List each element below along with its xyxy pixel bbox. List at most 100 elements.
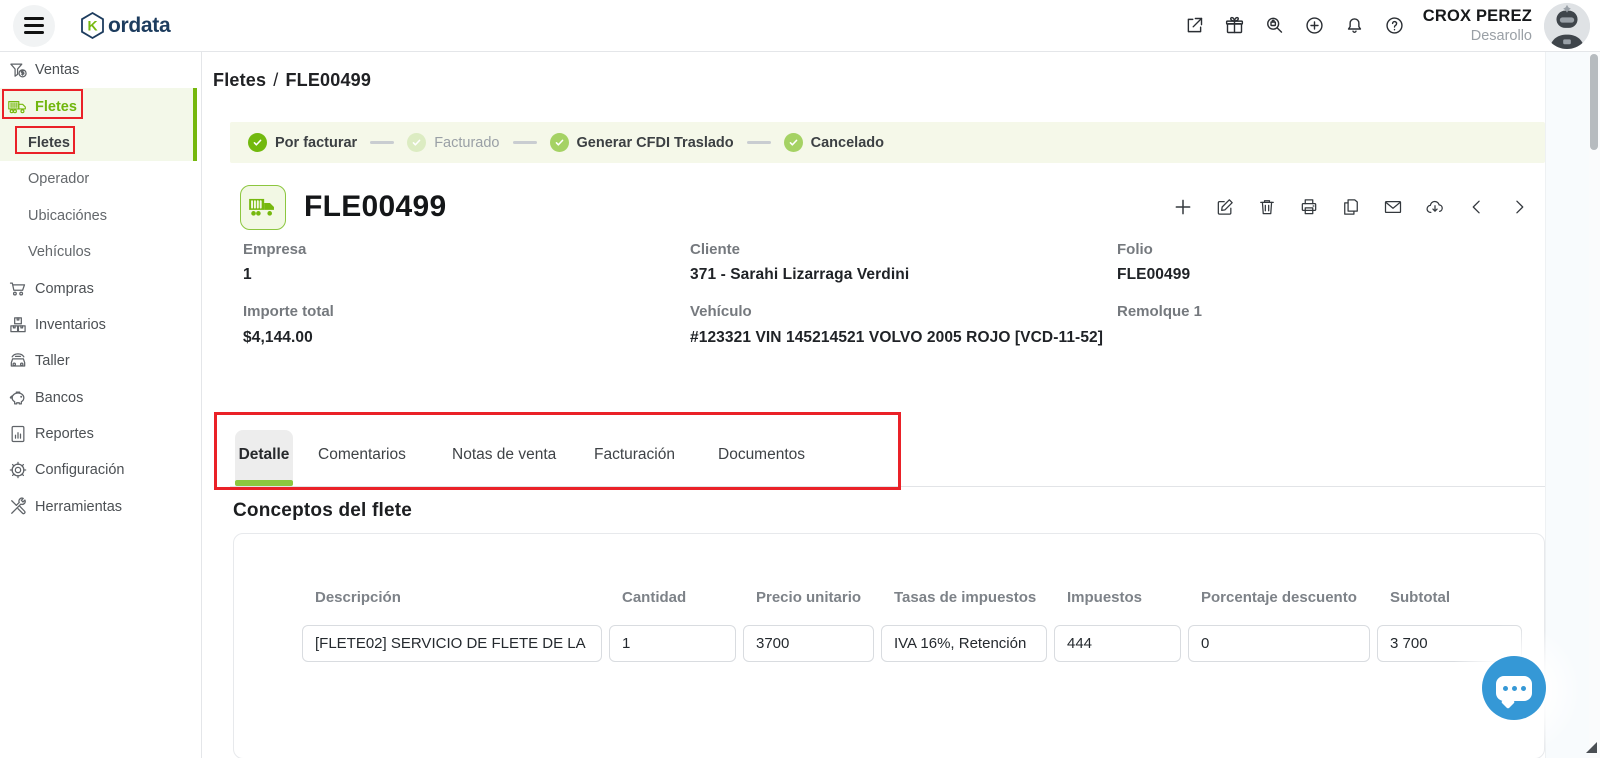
sidebar-item-reportes[interactable]: Reportes <box>0 416 201 452</box>
sidebar-item-label: Herramientas <box>35 499 122 515</box>
user-menu[interactable]: CROX PEREZ Desarollo <box>1423 6 1532 45</box>
column-header-porcentaje: Porcentaje descuento <box>1188 586 1370 609</box>
active-tab-indicator <box>235 480 293 486</box>
sidebar-subitem-fletes[interactable]: Fletes <box>0 125 201 161</box>
funnel-dollar-icon <box>8 60 28 80</box>
external-link-icon <box>1184 15 1205 36</box>
field-cliente: Cliente 371 - Sarahi Lizarraga Verdini <box>690 240 1130 287</box>
chat-bubble-icon <box>1496 676 1532 701</box>
help-button[interactable] <box>1375 6 1415 46</box>
sidebar-item-taller[interactable]: Taller <box>0 343 201 379</box>
piggy-bank-icon <box>8 388 28 408</box>
impuestos-input[interactable] <box>1054 625 1181 662</box>
tasas-impuestos-input[interactable] <box>881 625 1047 662</box>
avatar[interactable] <box>1544 3 1590 49</box>
step-facturado[interactable]: Facturado <box>407 133 499 152</box>
field-vehiculo: Vehículo #123321 VIN 145214521 VOLVO 200… <box>690 302 1130 349</box>
check-icon <box>784 133 803 152</box>
sidebar-item-compras[interactable]: Compras <box>0 270 201 306</box>
field-value: 1 <box>243 263 673 287</box>
sidebar-item-fletes[interactable]: Fletes <box>0 88 201 124</box>
tab-documentos[interactable]: Documentos <box>718 446 805 464</box>
gift-icon <box>1224 15 1245 36</box>
main-content: Fletes/FLE00499 Por facturar Facturado G… <box>202 52 1545 758</box>
global-search-button[interactable] <box>1255 6 1295 46</box>
sidebar-item-herramientas[interactable]: Herramientas <box>0 489 201 525</box>
field-value: #123321 VIN 145214521 VOLVO 2005 ROJO [V… <box>690 326 1130 350</box>
download-button[interactable] <box>1424 197 1445 218</box>
external-link-button[interactable] <box>1175 6 1215 46</box>
app-root: K ordata <box>0 0 1600 758</box>
column-header-descripcion: Descripción <box>302 586 602 609</box>
descripcion-input[interactable] <box>302 625 602 662</box>
topbar-actions: CROX PEREZ Desarollo <box>1175 3 1600 49</box>
tab-detalle[interactable]: Detalle <box>235 430 293 480</box>
porcentaje-descuento-input[interactable] <box>1188 625 1370 662</box>
plus-icon <box>1173 197 1193 217</box>
precio-unitario-input[interactable] <box>743 625 874 662</box>
quick-add-button[interactable] <box>1295 6 1335 46</box>
sidebar-item-label: Bancos <box>35 390 83 406</box>
notifications-button[interactable] <box>1335 6 1375 46</box>
logo-text: ordata <box>108 14 170 38</box>
field-remolque: Remolque 1 <box>1117 302 1537 322</box>
field-value: $4,144.00 <box>243 326 673 350</box>
check-icon <box>550 133 569 152</box>
car-repair-icon <box>8 351 28 371</box>
avatar-robot-icon <box>1544 3 1590 49</box>
column-header-impuestos: Impuestos <box>1054 586 1181 609</box>
delete-button[interactable] <box>1256 197 1277 218</box>
envelope-icon <box>1383 197 1403 217</box>
menu-toggle-button[interactable] <box>13 5 55 47</box>
field-value: 371 - Sarahi Lizarraga Verdini <box>690 263 1130 287</box>
sidebar-subitem-ubicaciones[interactable]: Ubicaciónes <box>0 198 201 234</box>
subtotal-input[interactable] <box>1377 625 1522 662</box>
sidebar-item-label: Operador <box>28 171 89 187</box>
check-icon <box>407 133 426 152</box>
next-record-button[interactable] <box>1508 197 1529 218</box>
sidebar-item-label: Ventas <box>35 62 79 78</box>
search-icon <box>1264 15 1285 36</box>
tab-notas-de-venta[interactable]: Notas de venta <box>452 446 556 464</box>
sidebar-item-label: Taller <box>35 353 70 369</box>
step-cancelado[interactable]: Cancelado <box>784 133 884 152</box>
email-button[interactable] <box>1382 197 1403 218</box>
plus-circle-icon <box>1304 15 1325 36</box>
sidebar-item-label: Reportes <box>35 426 94 442</box>
field-label: Remolque 1 <box>1117 302 1537 322</box>
sidebar-item-inventarios[interactable]: Inventarios <box>0 307 201 343</box>
rewards-button[interactable] <box>1215 6 1255 46</box>
copy-icon <box>1341 197 1361 217</box>
edit-button[interactable] <box>1214 197 1235 218</box>
table-row <box>234 609 1544 662</box>
breadcrumb-section[interactable]: Fletes <box>213 70 266 90</box>
print-button[interactable] <box>1298 197 1319 218</box>
step-por-facturar[interactable]: Por facturar <box>248 133 357 152</box>
cantidad-input[interactable] <box>609 625 736 662</box>
sidebar-subitem-vehiculos[interactable]: Vehículos <box>0 234 201 270</box>
app-logo[interactable]: K ordata <box>79 11 170 40</box>
tab-facturacion[interactable]: Facturación <box>594 446 675 464</box>
tab-comentarios[interactable]: Comentarios <box>318 446 406 464</box>
section-title: Conceptos del flete <box>233 500 412 522</box>
sidebar-nav: Ventas Fletes Fletes Operador Ubicacióne… <box>0 52 201 525</box>
sidebar-item-ventas[interactable]: Ventas <box>0 52 201 88</box>
chat-fab-button[interactable] <box>1482 656 1546 720</box>
sidebar-item-bancos[interactable]: Bancos <box>0 380 201 416</box>
field-empresa: Empresa 1 <box>243 240 673 287</box>
previous-record-button[interactable] <box>1466 197 1487 218</box>
step-generar-cfdi[interactable]: Generar CFDI Traslado <box>550 133 734 152</box>
column-header-precio-unitario: Precio unitario <box>743 586 874 609</box>
copy-button[interactable] <box>1340 197 1361 218</box>
sidebar-item-label: Compras <box>35 281 94 297</box>
sidebar-item-configuracion[interactable]: Configuración <box>0 452 201 488</box>
vertical-scrollbar[interactable] <box>1589 52 1600 758</box>
sidebar-subitem-operador[interactable]: Operador <box>0 161 201 197</box>
scrollbar-thumb[interactable] <box>1590 54 1598 150</box>
cloud-download-icon <box>1425 197 1445 217</box>
gear-icon <box>8 460 28 480</box>
report-icon <box>8 424 28 444</box>
chevron-right-icon <box>1509 197 1529 217</box>
table-header-row: Descripción Cantidad Precio unitario Tas… <box>234 534 1544 609</box>
add-button[interactable] <box>1172 197 1193 218</box>
